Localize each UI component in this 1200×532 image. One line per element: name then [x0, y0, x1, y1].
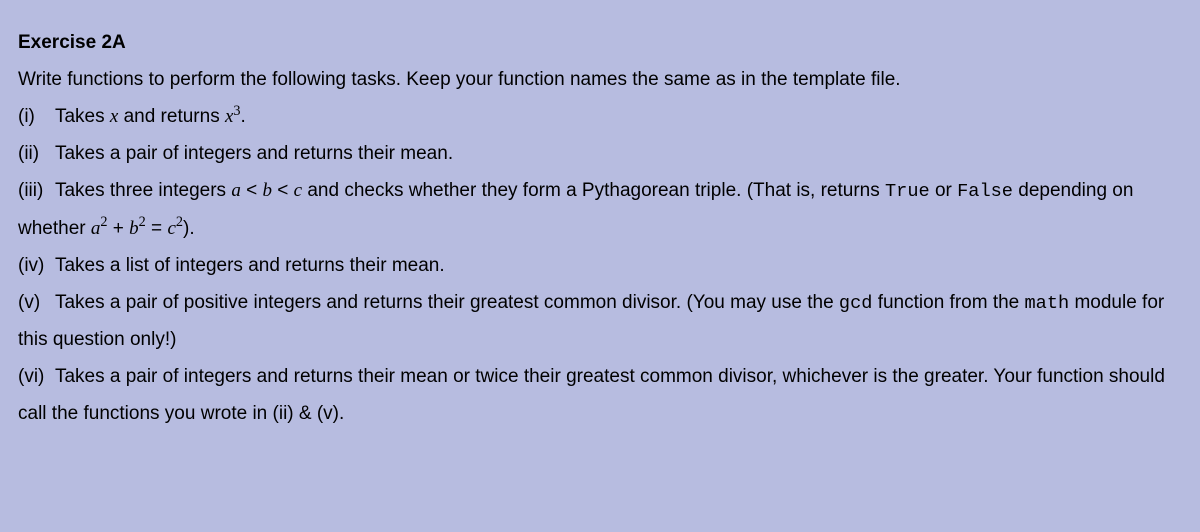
item-ii-text: Takes a pair of integers and returns the…: [55, 143, 453, 164]
code-gcd: gcd: [839, 292, 873, 314]
item-ii-label: (ii): [18, 135, 50, 172]
exercise-title: Exercise 2A: [18, 24, 1182, 61]
item-vi-label: (vi): [18, 358, 50, 395]
item-v-label: (v): [18, 284, 50, 321]
item-iii-text: Takes three integers a < b < c and check…: [18, 180, 1133, 238]
item-vi: (vi) Takes a pair of integers and return…: [18, 358, 1182, 432]
item-v-text: Takes a pair of positive integers and re…: [18, 292, 1164, 350]
code-true: True: [885, 180, 930, 202]
item-vi-text: Takes a pair of integers and returns the…: [18, 366, 1165, 424]
item-v: (v) Takes a pair of positive integers an…: [18, 284, 1182, 358]
code-false: False: [957, 180, 1013, 202]
item-ii: (ii) Takes a pair of integers and return…: [18, 135, 1182, 172]
item-i-label: (i): [18, 98, 50, 135]
item-iii-label: (iii): [18, 172, 50, 209]
item-iv-label: (iv): [18, 247, 50, 284]
item-i-text: Takes x and returns x3.: [55, 106, 246, 127]
exercise-intro: Write functions to perform the following…: [18, 61, 1182, 98]
item-i: (i) Takes x and returns x3.: [18, 98, 1182, 135]
item-iv-text: Takes a list of integers and returns the…: [55, 255, 445, 276]
code-math: math: [1025, 292, 1070, 314]
item-iii: (iii) Takes three integers a < b < c and…: [18, 172, 1182, 246]
item-iv: (iv) Takes a list of integers and return…: [18, 247, 1182, 284]
